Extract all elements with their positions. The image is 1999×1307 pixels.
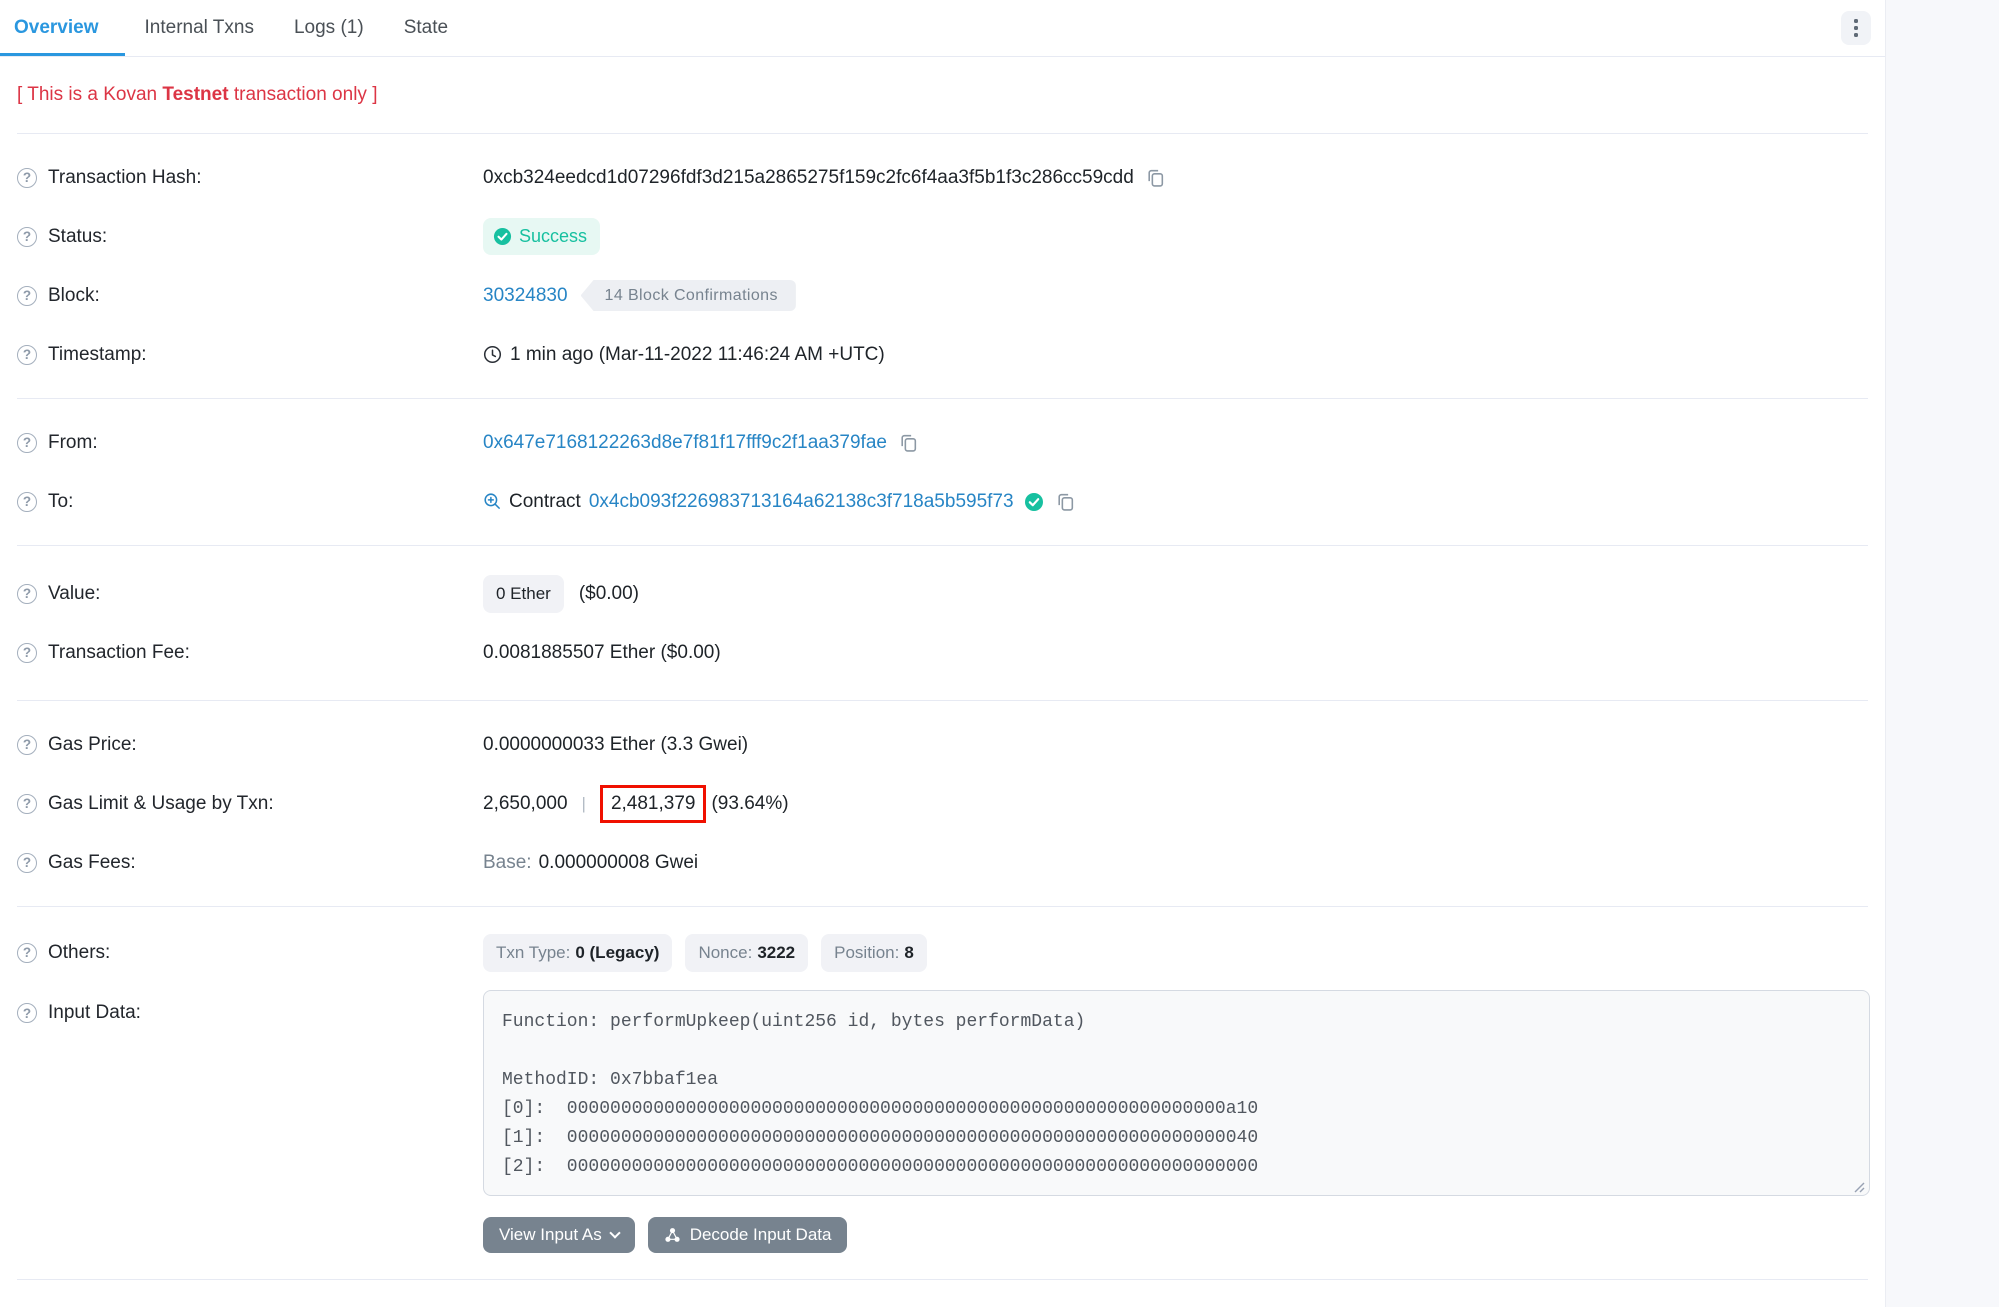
divider (17, 1279, 1868, 1280)
copy-icon[interactable] (1055, 491, 1076, 512)
transaction-fee-value: 0.0081885507 Ether ($0.00) (483, 642, 721, 664)
row-block: ? Block: 30324830 14 Block Confirmations (0, 266, 1885, 325)
tab-bar: Overview Internal Txns Logs (1) State (0, 0, 1885, 57)
notice-text: [ This is a Kovan (17, 84, 162, 105)
row-to: ? To: Contract 0x4cb093f226983713164a621… (0, 472, 1885, 531)
testnet-notice: [ This is a Kovan Testnet transaction on… (0, 57, 1885, 133)
verified-check-icon (1024, 492, 1044, 512)
row-others: ? Others: Txn Type: 0 (Legacy) Nonce: 32… (0, 923, 1885, 982)
decode-icon (664, 1227, 681, 1244)
status-text: Success (519, 226, 587, 247)
notice-text: transaction only ] (229, 84, 378, 105)
help-icon[interactable]: ? (17, 286, 37, 306)
row-label-text: Transaction Hash: (48, 167, 201, 189)
row-from: ? From: 0x647e7168122263d8e7f81f17fff9c2… (0, 413, 1885, 472)
section-addresses: ? From: 0x647e7168122263d8e7f81f17fff9c2… (0, 399, 1885, 545)
row-label-text: Value: (48, 583, 100, 605)
block-confirmations-badge: 14 Block Confirmations (581, 280, 796, 311)
timestamp-value: 1 min ago (Mar-11-2022 11:46:24 AM +UTC) (510, 344, 885, 366)
from-address-link[interactable]: 0x647e7168122263d8e7f81f17fff9c2f1aa379f… (483, 432, 887, 454)
row-label-text: Transaction Fee: (48, 642, 190, 664)
gas-used-highlight-box: 2,481,379 (600, 785, 707, 823)
gas-fees-base-value: 0.000000008 Gwei (539, 852, 699, 874)
tab-overview[interactable]: Overview (0, 0, 125, 56)
row-label-text: Gas Limit & Usage by Txn: (48, 793, 274, 815)
copy-icon[interactable] (1145, 167, 1166, 188)
section-others-input: ? Others: Txn Type: 0 (Legacy) Nonce: 32… (0, 907, 1885, 1253)
row-input-data: ? Input Data: Function: performUpkeep(ui… (0, 990, 1885, 1253)
row-label-text: Others: (48, 942, 110, 964)
row-transaction-fee: ? Transaction Fee: 0.0081885507 Ether ($… (0, 623, 1885, 682)
row-label-text: Status: (48, 226, 107, 248)
help-icon[interactable]: ? (17, 794, 37, 814)
gas-limit-value: 2,650,000 (483, 793, 568, 815)
transaction-detail-card: Overview Internal Txns Logs (1) State [ … (0, 0, 1886, 1307)
help-icon[interactable]: ? (17, 853, 37, 873)
help-icon[interactable]: ? (17, 643, 37, 663)
status-badge: Success (483, 218, 600, 255)
help-icon[interactable]: ? (17, 943, 37, 963)
row-label-text: From: (48, 432, 98, 454)
to-address-link[interactable]: 0x4cb093f226983713164a62138c3f718a5b595f… (589, 491, 1014, 513)
gas-used-value: 2,481,379 (611, 793, 696, 814)
section-value-fee: ? Value: 0 Ether ($0.00) ? Transaction F… (0, 546, 1885, 700)
transaction-hash-value: 0xcb324eedcd1d07296fdf3d215a2865275f159c… (483, 167, 1134, 189)
block-number-link[interactable]: 30324830 (483, 285, 568, 307)
decode-input-data-button[interactable]: Decode Input Data (648, 1217, 848, 1253)
txn-type-badge: Txn Type: 0 (Legacy) (483, 934, 672, 972)
row-timestamp: ? Timestamp: 1 min ago (Mar-11-2022 11:4… (0, 325, 1885, 384)
section-overview-top: ? Transaction Hash: 0xcb324eedcd1d07296f… (0, 134, 1885, 398)
row-gas-fees: ? Gas Fees: Base: 0.000000008 Gwei (0, 833, 1885, 892)
tab-logs[interactable]: Logs (1) (274, 0, 384, 56)
clock-icon (483, 345, 502, 364)
gas-fees-base-label: Base: (483, 852, 532, 874)
check-circle-icon (493, 227, 512, 246)
notice-bold: Testnet (162, 84, 228, 105)
row-value: ? Value: 0 Ether ($0.00) (0, 564, 1885, 623)
help-icon[interactable]: ? (17, 492, 37, 512)
row-gas-limit-usage: ? Gas Limit & Usage by Txn: 2,650,000 | … (0, 774, 1885, 833)
row-label-text: To: (48, 491, 73, 513)
row-gas-price: ? Gas Price: 0.0000000033 Ether (3.3 Gwe… (0, 715, 1885, 774)
chevron-down-icon (609, 1227, 620, 1238)
ether-value-badge: 0 Ether (483, 575, 564, 613)
row-label-text: Timestamp: (48, 344, 147, 366)
help-icon[interactable]: ? (17, 227, 37, 247)
section-gas: ? Gas Price: 0.0000000033 Ether (3.3 Gwe… (0, 701, 1885, 906)
usd-value: ($0.00) (579, 583, 639, 605)
row-label-text: Input Data: (48, 1002, 141, 1024)
gas-separator: | (582, 794, 586, 814)
help-icon[interactable]: ? (17, 345, 37, 365)
row-label-text: Block: (48, 285, 100, 307)
more-options-button[interactable] (1841, 11, 1871, 45)
help-icon[interactable]: ? (17, 433, 37, 453)
gas-used-percent: (93.64%) (711, 793, 788, 815)
row-label-text: Gas Price: (48, 734, 137, 756)
copy-icon[interactable] (898, 432, 919, 453)
view-input-as-button[interactable]: View Input As (483, 1217, 635, 1253)
row-label-text: Gas Fees: (48, 852, 136, 874)
row-transaction-hash: ? Transaction Hash: 0xcb324eedcd1d07296f… (0, 148, 1885, 207)
gas-price-value: 0.0000000033 Ether (3.3 Gwei) (483, 734, 748, 756)
help-icon[interactable]: ? (17, 168, 37, 188)
help-icon[interactable]: ? (17, 584, 37, 604)
row-status: ? Status: Success (0, 207, 1885, 266)
help-icon[interactable]: ? (17, 1003, 37, 1023)
magnifier-plus-icon[interactable] (483, 492, 502, 511)
resize-grip-icon[interactable] (1852, 1180, 1865, 1193)
to-contract-prefix: Contract (509, 491, 581, 513)
tab-state[interactable]: State (384, 0, 468, 56)
position-badge: Position: 8 (821, 934, 927, 972)
help-icon[interactable]: ? (17, 735, 37, 755)
tab-internal-txns[interactable]: Internal Txns (125, 0, 274, 56)
kebab-icon (1854, 26, 1858, 30)
input-data-textarea[interactable]: Function: performUpkeep(uint256 id, byte… (483, 990, 1870, 1196)
nonce-badge: Nonce: 3222 (685, 934, 808, 972)
